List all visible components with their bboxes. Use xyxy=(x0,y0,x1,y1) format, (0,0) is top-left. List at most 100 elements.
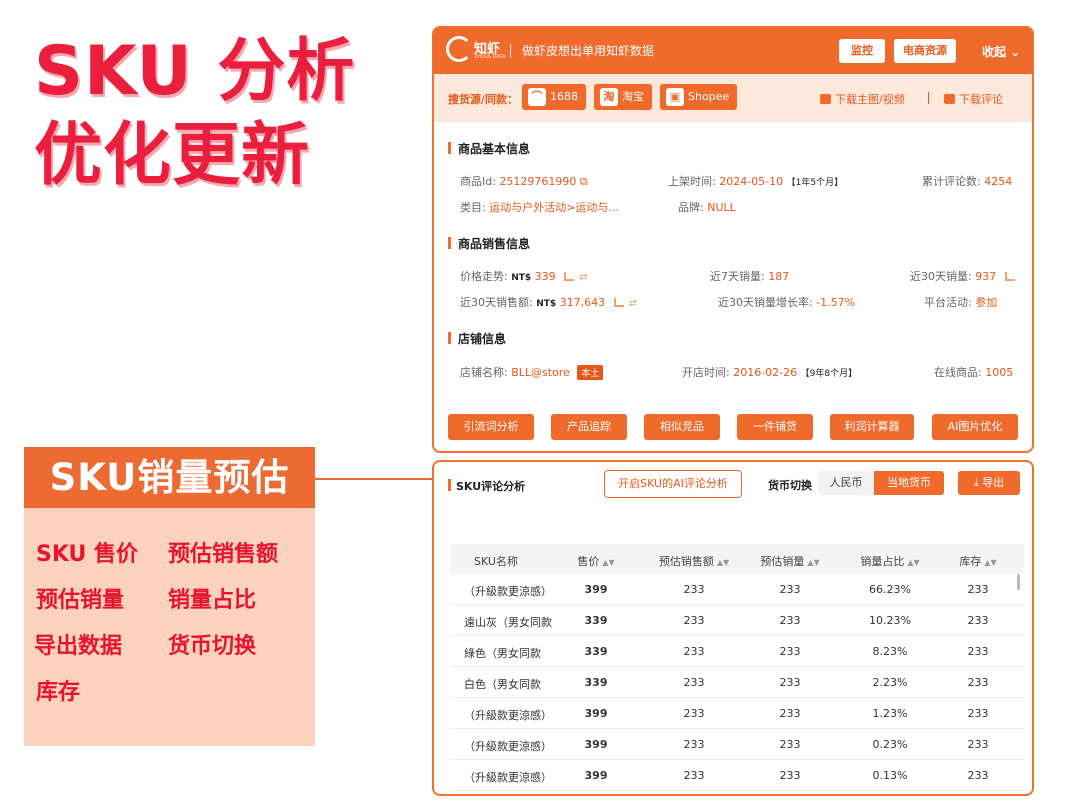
platform-promo-value: 参加 xyxy=(975,296,998,309)
product-tracking-button[interactable]: 产品追踪 xyxy=(551,414,627,440)
feature-export-data: 导出数据 xyxy=(34,634,123,659)
source-search-label: 搜货源/同款： xyxy=(448,93,519,106)
col-price[interactable]: 售价 ▲▼ xyxy=(577,553,614,569)
shop-name-label: 店铺名称: xyxy=(460,366,508,379)
swap-icon[interactable]: ⇄ xyxy=(629,298,637,309)
currency-switch-label: 货币切换 xyxy=(768,479,812,492)
swap-icon[interactable]: ⇄ xyxy=(579,272,587,283)
download-reviews-link[interactable]: 下载评论 xyxy=(944,91,1003,107)
cell-price: 339 xyxy=(584,676,608,689)
currency-toggle: 人民币 当地货币 xyxy=(818,471,944,495)
feature-est-sales: 预估销量 xyxy=(36,588,125,613)
feature-est-revenue: 预估销售额 xyxy=(168,542,279,567)
cell-revenue: 233 xyxy=(683,614,705,627)
download-media-link[interactable]: 下载主图/视频 xyxy=(820,91,905,107)
cell-revenue: 233 xyxy=(683,583,705,596)
keyword-analysis-button[interactable]: 引流词分析 xyxy=(448,414,534,440)
category-value[interactable]: 运动与户外活动>运动与... xyxy=(489,201,619,214)
export-button[interactable]: ⤓ 导出 xyxy=(958,471,1020,495)
table-row: 遠山灰（男女同款 339 233 233 10.23% 233 xyxy=(450,605,1024,636)
currency-rmb-option[interactable]: 人民币 xyxy=(818,471,874,495)
sales30-value: 937 xyxy=(975,270,997,283)
cell-price: 399 xyxy=(584,769,608,782)
cell-share: 1.23% xyxy=(872,707,908,720)
feature-stock: 库存 xyxy=(36,680,81,705)
growth-field: 近30天销量增长率: -1.57% xyxy=(718,294,855,310)
comment-icon xyxy=(944,94,955,104)
currency-local-option[interactable]: 当地货币 xyxy=(874,471,944,495)
source-shopee-button[interactable]: ▣ Shopee xyxy=(660,84,738,110)
table-row: （升級款更涼感） 399 233 233 0.13% 233 xyxy=(450,760,1024,791)
shop-opened-field: 开店时间: 2016-02-26 【9年8个月】 xyxy=(682,364,857,380)
sort-icon: ▲▼ xyxy=(907,558,920,567)
price-trend-field: 价格走势: NT$ 339 ⇄ xyxy=(460,268,588,284)
similar-products-button[interactable]: 相似竞品 xyxy=(644,414,720,440)
source-1688-button[interactable]: ⌒ 1688 xyxy=(522,84,586,110)
monitor-button[interactable]: 监控 xyxy=(839,39,885,63)
cell-revenue: 233 xyxy=(683,738,705,751)
product-id-value: 25129761990 xyxy=(499,175,577,188)
sales7-value: 187 xyxy=(768,270,790,283)
cell-name: 白色（男女同款 xyxy=(464,678,541,691)
connector-line xyxy=(315,478,439,480)
col-sku-name-label: SKU名称 xyxy=(474,555,518,568)
cell-price: 399 xyxy=(584,583,608,596)
cell-name: （升級款更涼感） xyxy=(464,585,552,598)
brand-field: 品牌: NULL xyxy=(678,199,736,215)
download-icon: ⤓ xyxy=(973,476,979,489)
cell-share: 8.23% xyxy=(872,645,908,658)
listed-age: 【1年5个月】 xyxy=(786,178,844,188)
col-sales-share[interactable]: 销量占比 ▲▼ xyxy=(860,553,919,569)
col-est-sales[interactable]: 预估销量 ▲▼ xyxy=(760,553,819,569)
cell-share: 2.23% xyxy=(872,676,908,689)
cell-stock: 233 xyxy=(967,738,989,751)
ecom-resources-button[interactable]: 电商资源 xyxy=(894,39,956,63)
col-stock[interactable]: 库存 ▲▼ xyxy=(959,553,996,569)
slogan: 做虾皮想出单用知虾数据 xyxy=(522,44,655,58)
listed-time-field: 上架时间: 2024-05-10 【1年5个月】 xyxy=(668,173,843,189)
export-label: 导出 xyxy=(982,476,1005,489)
copy-icon[interactable]: ⧉ xyxy=(580,175,588,188)
bar-chart-icon[interactable] xyxy=(564,272,575,281)
price-value: 339 xyxy=(534,270,556,283)
ai-review-analysis-button[interactable]: 开启SKU的AI评论分析 xyxy=(604,470,742,498)
col-est-revenue[interactable]: 预估销售额 ▲▼ xyxy=(659,553,729,569)
bar-chart-icon[interactable] xyxy=(1004,272,1015,281)
sales7-label: 近7天销量: xyxy=(710,270,765,283)
shop-name-value[interactable]: BLL@store xyxy=(511,366,570,379)
price-trend-label: 价格走势: xyxy=(460,270,508,283)
review-count-label: 累计评论数: xyxy=(922,175,981,188)
shop-name-field: 店铺名称: BLL@store 本土 xyxy=(460,364,604,380)
collapse-toggle[interactable]: 收起 ⌄ xyxy=(982,43,1020,60)
cell-price: 399 xyxy=(584,707,608,720)
sort-icon: ▲▼ xyxy=(807,558,820,567)
col-est-sales-label: 预估销量 xyxy=(760,555,805,568)
ai-image-optimize-button[interactable]: AI图片优化 xyxy=(932,414,1018,440)
revenue30-value: 317,643 xyxy=(559,296,606,309)
zhixia-logo-icon xyxy=(446,36,472,62)
sku-panel-title: SKU评论分析 xyxy=(448,478,525,494)
source-taobao-button[interactable]: 淘淘宝 xyxy=(594,84,652,110)
table-row: （升級款更涼感） 399 233 233 66.23% 233 xyxy=(450,574,1024,605)
cell-sales: 233 xyxy=(779,738,801,751)
basic-info-title: 商品基本信息 xyxy=(448,140,530,157)
profit-calculator-button[interactable]: 利润计算器 xyxy=(830,414,914,440)
cell-name: （升級款更涼感） xyxy=(464,740,552,753)
cell-name: （升級款更涼感） xyxy=(464,709,552,722)
growth-label: 近30天销量增长率: xyxy=(718,296,813,309)
source-shopee-label: Shopee xyxy=(688,90,730,103)
online-products-field: 在线商品: 1005 xyxy=(934,364,1013,380)
1688-icon: ⌒ xyxy=(528,88,546,106)
feature-list: SKU 售价 预估销售额 预估销量 销量占比 导出数据 货币切换 库存 xyxy=(24,508,315,746)
local-shop-badge: 本土 xyxy=(577,365,604,380)
collapse-label: 收起 xyxy=(982,45,1007,59)
table-scrollbar[interactable] xyxy=(1017,574,1020,590)
sales-info-title: 商品销售信息 xyxy=(448,235,530,252)
cell-sales: 233 xyxy=(779,645,801,658)
table-row: 綠色（男女同款 339 233 233 8.23% 233 xyxy=(450,636,1024,667)
bar-chart-icon[interactable] xyxy=(613,298,624,307)
download-reviews-label: 下载评论 xyxy=(959,93,1003,106)
revenue-currency: NT$ xyxy=(536,299,557,309)
one-click-listing-button[interactable]: 一件铺货 xyxy=(737,414,813,440)
cell-price: 339 xyxy=(584,645,608,658)
